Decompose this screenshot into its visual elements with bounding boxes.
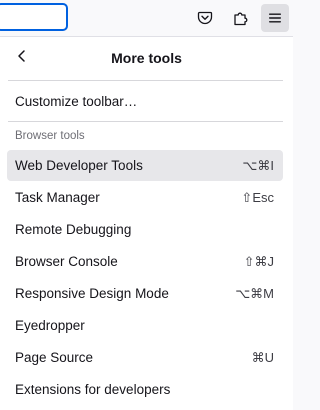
menu-item-shortcut: ⌥⌘I xyxy=(242,157,274,173)
menu-item-browser-console[interactable]: Browser Console ⇧⌘J xyxy=(7,246,283,277)
menu-item-label: Web Developer Tools xyxy=(15,158,143,173)
menu-item-label: Remote Debugging xyxy=(15,222,132,237)
menu-item-label: Task Manager xyxy=(15,190,100,205)
menu-item-remote-debugging[interactable]: Remote Debugging xyxy=(7,214,283,245)
menu-item-label: Eyedropper xyxy=(15,318,85,333)
customize-toolbar-label: Customize toolbar… xyxy=(15,94,138,109)
menu-item-label: Responsive Design Mode xyxy=(15,286,169,301)
app-menu-button[interactable] xyxy=(261,4,289,32)
menu-item-label: Extensions for developers xyxy=(15,382,171,397)
pocket-button[interactable] xyxy=(191,4,219,32)
menu-item-web-developer-tools[interactable]: Web Developer Tools ⌥⌘I xyxy=(7,150,283,181)
url-bar[interactable] xyxy=(0,3,68,31)
panel-header: More tools xyxy=(0,37,293,80)
menu-item-responsive-design-mode[interactable]: Responsive Design Mode ⌥⌘M xyxy=(7,278,283,309)
menu-item-page-source[interactable]: Page Source ⌘U xyxy=(7,342,283,373)
menu-item-shortcut: ⇧⌘J xyxy=(243,253,274,269)
menu-item-label: Browser Console xyxy=(15,254,118,269)
extensions-icon xyxy=(233,10,249,26)
hamburger-menu-icon xyxy=(267,10,283,26)
browser-tools-heading: Browser tools xyxy=(15,130,85,142)
panel-title: More tools xyxy=(111,50,182,66)
customize-toolbar-item[interactable]: Customize toolbar… xyxy=(7,86,283,117)
pocket-icon xyxy=(197,10,213,26)
header-divider xyxy=(8,80,283,81)
menu-item-task-manager[interactable]: Task Manager ⇧Esc xyxy=(7,182,283,213)
menu-item-shortcut: ⌘U xyxy=(251,349,274,365)
menu-item-eyedropper[interactable]: Eyedropper xyxy=(7,310,283,341)
browser-toolbar xyxy=(0,0,293,36)
menu-item-shortcut: ⇧Esc xyxy=(241,189,274,205)
menu-item-shortcut: ⌥⌘M xyxy=(235,285,274,301)
section-divider xyxy=(8,121,283,122)
more-tools-panel: More tools Customize toolbar… Browser to… xyxy=(0,36,293,410)
extensions-button[interactable] xyxy=(227,4,255,32)
menu-item-extensions-for-developers[interactable]: Extensions for developers xyxy=(7,374,283,405)
menu-item-label: Page Source xyxy=(15,350,94,365)
